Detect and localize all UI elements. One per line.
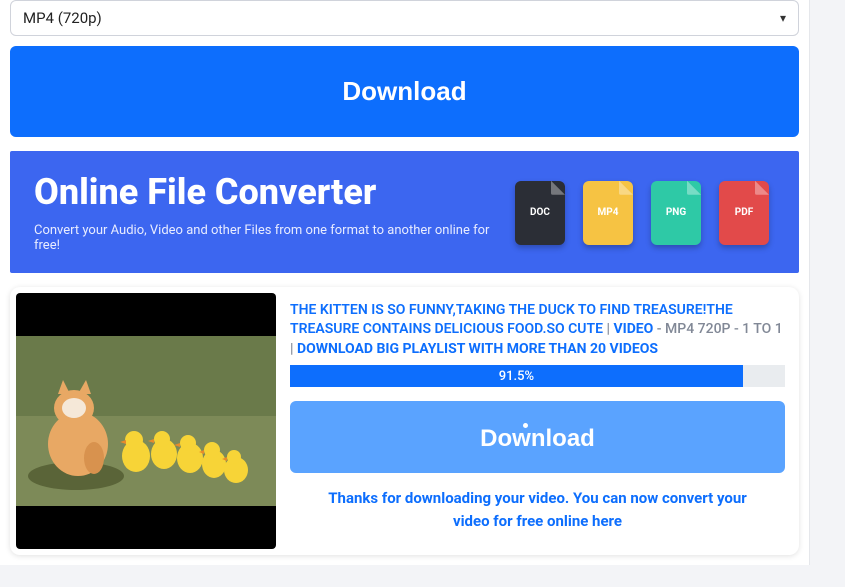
format-select[interactable]: MP4 (720p) ▾ — [10, 0, 799, 36]
download-button[interactable]: Download — [10, 46, 799, 137]
converter-banner[interactable]: Online File Converter Convert your Audio… — [10, 151, 799, 273]
png-file-icon: PNG — [651, 181, 701, 245]
mp4-file-icon: MP4 — [583, 181, 633, 245]
video-type-link[interactable]: VIDEO — [613, 321, 653, 337]
banner-subtitle: Convert your Audio, Video and other File… — [34, 223, 515, 253]
download-card: THE KITTEN IS SO FUNNY,TAKING THE DUCK T… — [10, 287, 799, 555]
main-panel: MP4 (720p) ▾ Download Online File Conver… — [0, 0, 810, 565]
video-thumbnail — [16, 293, 276, 549]
banner-title: Online File Converter — [34, 173, 515, 213]
card-download-button[interactable]: Download — [290, 401, 785, 473]
chevron-down-icon: ▾ — [780, 11, 786, 25]
video-title-line: THE KITTEN IS SO FUNNY,TAKING THE DUCK T… — [290, 301, 785, 360]
progress-bar: 91.5% — [290, 365, 785, 387]
banner-icons: DOC MP4 PNG PDF — [515, 181, 775, 245]
progress-remainder — [743, 365, 785, 387]
thanks-message-link[interactable]: Thanks for downloading your video. You c… — [290, 487, 785, 542]
card-body: THE KITTEN IS SO FUNNY,TAKING THE DUCK T… — [290, 293, 793, 549]
progress-fill: 91.5% — [290, 365, 743, 387]
banner-text: Online File Converter Convert your Audio… — [34, 173, 515, 253]
card-download-label: Download — [480, 425, 595, 452]
pdf-file-icon: PDF — [719, 181, 769, 245]
doc-file-icon: DOC — [515, 181, 565, 245]
video-meta: - MP4 720P - 1 TO 1 — [653, 321, 782, 337]
format-value: MP4 (720p) — [23, 9, 102, 27]
playlist-link[interactable]: DOWNLOAD BIG PLAYLIST WITH MORE THAN 20 … — [297, 341, 658, 357]
